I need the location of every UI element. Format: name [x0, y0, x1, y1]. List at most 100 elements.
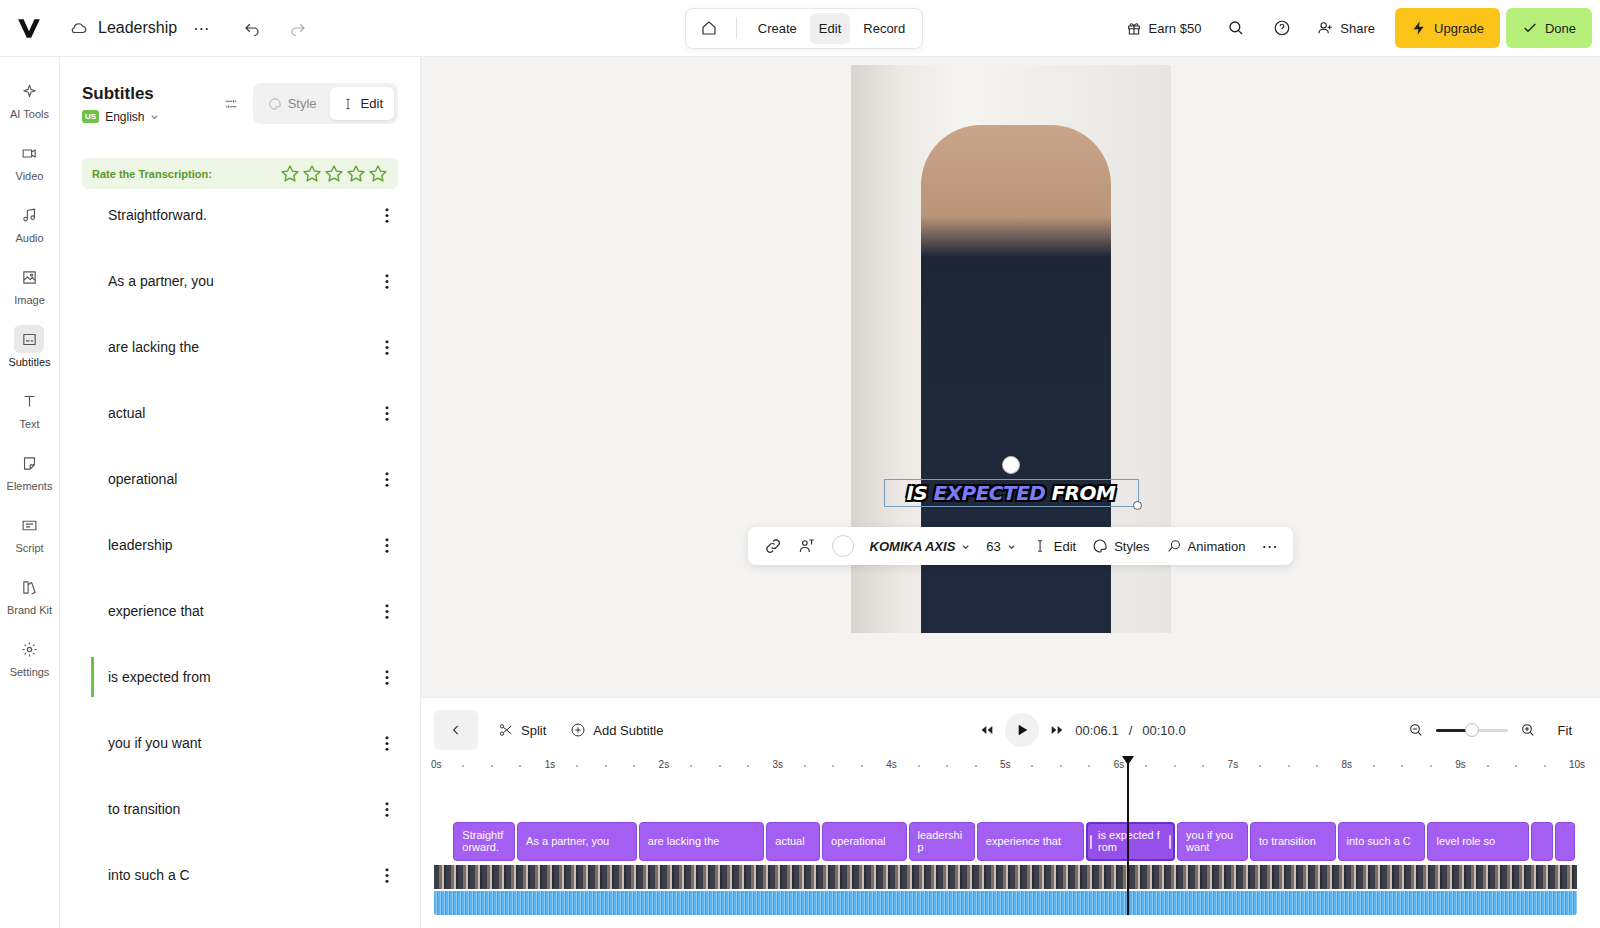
- share-button[interactable]: Share: [1307, 12, 1385, 44]
- mode-tab[interactable]: Edit: [810, 13, 850, 44]
- kebab-icon[interactable]: [384, 405, 390, 422]
- color-swatch[interactable]: [832, 535, 854, 557]
- zoom-out-icon[interactable]: [1408, 722, 1424, 738]
- link-icon[interactable]: [764, 537, 782, 555]
- subtitle-clip[interactable]: Straightforward.: [453, 822, 515, 861]
- subtitle-clip[interactable]: you if you want: [1177, 822, 1248, 861]
- star-icon[interactable]: [280, 164, 300, 184]
- subtitle-row[interactable]: you if you want: [91, 723, 398, 763]
- rail-item[interactable]: Video: [15, 139, 45, 187]
- subtitle-clip[interactable]: level role so: [1427, 822, 1529, 861]
- more-button[interactable]: ⋯: [1261, 537, 1277, 556]
- rail-item[interactable]: Subtitles: [8, 325, 50, 373]
- subtitle-clip[interactable]: to transition: [1250, 822, 1336, 861]
- subtitle-clip[interactable]: [1555, 822, 1575, 861]
- timeline-tracks: 0s1s2s3s4s5s6s7s8s9s10sStraightforward.A…: [434, 758, 1572, 915]
- subtitle-clip[interactable]: into such a C: [1338, 822, 1426, 861]
- mode-tab[interactable]: Create: [749, 13, 806, 44]
- star-icon[interactable]: [368, 164, 388, 184]
- kebab-icon[interactable]: [384, 669, 390, 686]
- subtitle-row[interactable]: to transition: [91, 789, 398, 829]
- edit-button[interactable]: Edit: [1032, 538, 1076, 554]
- rail-item[interactable]: Brand Kit: [7, 573, 52, 621]
- panel-tab[interactable]: Style: [257, 87, 328, 120]
- kebab-icon[interactable]: [384, 867, 390, 884]
- language-select[interactable]: USEnglish: [82, 110, 223, 124]
- rail-item[interactable]: Elements: [7, 449, 53, 497]
- fit-button[interactable]: Fit: [1558, 723, 1572, 738]
- subtitle-clip[interactable]: [1531, 822, 1553, 861]
- resize-handle[interactable]: [1133, 501, 1142, 510]
- kebab-icon[interactable]: [384, 339, 390, 356]
- kebab-icon[interactable]: [384, 603, 390, 620]
- subtitle-row[interactable]: are lacking the: [91, 327, 398, 367]
- fast-forward-icon[interactable]: [1049, 722, 1065, 738]
- subtitle-row[interactable]: experience that: [91, 591, 398, 631]
- zoom-in-icon[interactable]: [1520, 722, 1536, 738]
- zoom-slider[interactable]: [1436, 729, 1508, 732]
- rotate-handle[interactable]: [1002, 456, 1020, 474]
- subtitle-row[interactable]: operational: [91, 459, 398, 499]
- rail-item[interactable]: Audio: [15, 201, 45, 249]
- subtitle-clip[interactable]: As a partner, you: [517, 822, 637, 861]
- subtitle-clip[interactable]: experience that: [977, 822, 1084, 861]
- animation-button[interactable]: Animation: [1166, 538, 1246, 554]
- kebab-icon[interactable]: [384, 735, 390, 752]
- subtitle-row[interactable]: is expected from: [91, 657, 398, 697]
- adjust-icon[interactable]: [223, 96, 239, 112]
- tool-icon: [21, 269, 38, 286]
- add-subtitle-button[interactable]: Add Subtitle: [566, 716, 667, 744]
- video-track[interactable]: [434, 865, 1577, 889]
- star-icon[interactable]: [324, 164, 344, 184]
- size-select[interactable]: 63: [986, 539, 1015, 554]
- rail-item[interactable]: Script: [15, 511, 45, 559]
- project-more-button[interactable]: ⋯: [193, 19, 209, 38]
- kebab-icon[interactable]: [384, 537, 390, 554]
- search-icon[interactable]: [1227, 19, 1245, 37]
- rewind-icon[interactable]: [979, 722, 995, 738]
- subtitle-row[interactable]: actual: [91, 393, 398, 433]
- kebab-icon[interactable]: [384, 207, 390, 224]
- styles-button[interactable]: Styles: [1092, 538, 1149, 554]
- slider-knob[interactable]: [1465, 723, 1479, 737]
- subtitle-clip[interactable]: operational: [822, 822, 906, 861]
- subtitle-row[interactable]: Straightforward.: [91, 195, 398, 235]
- tool-rail: AI Tools Video Audio Image Subtitles Text Elem…: [0, 57, 60, 928]
- speaker-text-icon[interactable]: [798, 537, 816, 555]
- rail-item[interactable]: Settings: [10, 635, 50, 683]
- mode-tab[interactable]: Record: [854, 13, 914, 44]
- earn-button[interactable]: Earn $50: [1116, 12, 1212, 44]
- rail-item[interactable]: Image: [14, 263, 45, 311]
- subtitle-row[interactable]: As a partner, you: [91, 261, 398, 301]
- star-icon[interactable]: [302, 164, 322, 184]
- help-icon[interactable]: [1273, 19, 1291, 37]
- subtitle-clip[interactable]: are lacking the: [639, 822, 764, 861]
- upgrade-button[interactable]: Upgrade: [1395, 8, 1500, 48]
- subtitle-clip[interactable]: leadership: [909, 822, 975, 861]
- subtitle-row[interactable]: into such a C: [91, 855, 398, 895]
- collapse-button[interactable]: [434, 710, 478, 750]
- kebab-icon[interactable]: [384, 273, 390, 290]
- subtitle-clip[interactable]: is expected from: [1086, 822, 1175, 861]
- split-button[interactable]: Split: [494, 716, 550, 744]
- logo-icon[interactable]: [16, 15, 42, 41]
- project-title[interactable]: Leadership: [98, 19, 177, 37]
- panel-tab[interactable]: Edit: [330, 87, 394, 120]
- kebab-icon[interactable]: [384, 801, 390, 818]
- home-icon[interactable]: [700, 19, 718, 37]
- done-button[interactable]: Done: [1506, 8, 1592, 48]
- redo-icon[interactable]: [289, 19, 307, 37]
- star-icon[interactable]: [346, 164, 366, 184]
- kebab-icon[interactable]: [384, 471, 390, 488]
- undo-icon[interactable]: [243, 19, 261, 37]
- subtitle-row[interactable]: leadership: [91, 525, 398, 565]
- rail-item[interactable]: AI Tools: [10, 77, 49, 125]
- rail-item[interactable]: Text: [15, 387, 45, 435]
- play-button[interactable]: [1005, 713, 1039, 747]
- chevron-down-icon: [1007, 542, 1016, 551]
- audio-track[interactable]: [434, 891, 1577, 915]
- caption-overlay[interactable]: ISEXPECTEDFROM: [884, 479, 1139, 507]
- subtitle-clip[interactable]: actual: [766, 822, 820, 861]
- font-select[interactable]: KOMIKA AXIS: [870, 539, 971, 554]
- playhead[interactable]: [1127, 756, 1129, 915]
